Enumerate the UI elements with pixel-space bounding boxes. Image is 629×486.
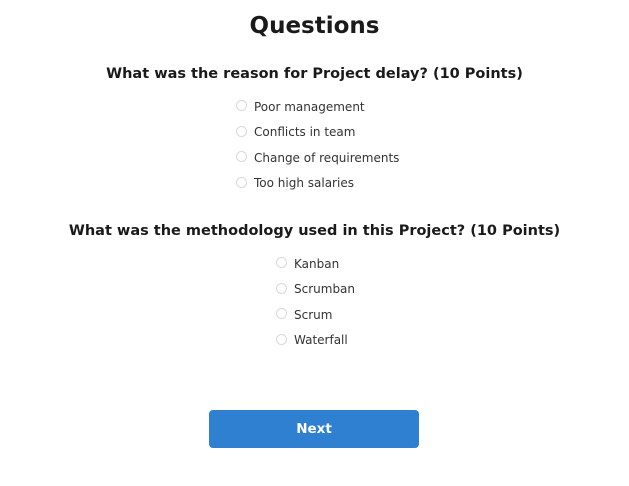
question-2-option-3[interactable]: Scrum [276, 302, 355, 328]
quiz-page: Questions What was the reason for Projec… [0, 0, 629, 486]
question-1-options: Poor management Conflicts in team Change… [236, 94, 399, 196]
radio-button[interactable] [276, 308, 287, 320]
question-2-options: Kanban Scrumban Scrum Waterfall [276, 251, 355, 353]
question-1-option-4[interactable]: Too high salaries [236, 171, 399, 197]
radio-button[interactable] [276, 257, 287, 269]
radio-button[interactable] [236, 176, 247, 188]
radio-button[interactable] [236, 125, 247, 137]
option-label: Kanban [294, 256, 340, 271]
option-label: Scrumban [294, 282, 356, 297]
question-2-option-1[interactable]: Kanban [276, 251, 355, 277]
page-title: Questions [249, 13, 380, 39]
question-1: What was the reason for Project delay? (… [0, 64, 629, 190]
question-2-option-2[interactable]: Scrumban [276, 277, 355, 303]
option-label: Waterfall [294, 333, 348, 348]
question-1-option-2[interactable]: Conflicts in team [236, 120, 399, 146]
radio-button[interactable] [276, 333, 287, 345]
option-label: Conflicts in team [254, 125, 356, 140]
radio-button[interactable] [276, 282, 287, 294]
option-label: Too high salaries [254, 176, 354, 191]
question-2-text: What was the methodology used in this Pr… [68, 223, 561, 239]
option-label: Scrum [294, 307, 333, 322]
question-2-option-4[interactable]: Waterfall [276, 328, 355, 354]
option-label: Change of requirements [254, 150, 400, 165]
radio-button[interactable] [236, 100, 247, 112]
question-1-text: What was the reason for Project delay? (… [106, 66, 523, 82]
option-label: Poor management [254, 99, 365, 114]
question-1-option-1[interactable]: Poor management [236, 94, 399, 120]
next-button[interactable]: Next [209, 410, 419, 448]
question-1-option-3[interactable]: Change of requirements [236, 145, 399, 171]
question-2: What was the methodology used in this Pr… [0, 221, 629, 347]
radio-button[interactable] [236, 151, 247, 163]
